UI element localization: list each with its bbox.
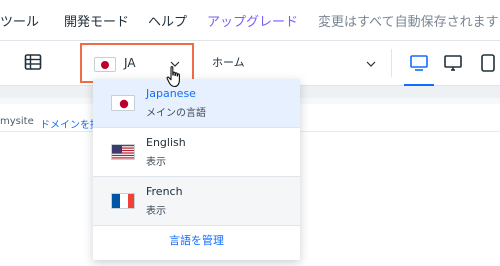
toolbar-divider — [391, 49, 392, 77]
japan-flag-icon — [94, 57, 116, 72]
manage-languages-link[interactable]: 言語を管理 — [93, 232, 300, 248]
usa-flag-icon — [111, 144, 135, 160]
language-code: JA — [124, 56, 136, 70]
hand-cursor-icon — [166, 66, 180, 88]
menu-tools[interactable]: ツール — [0, 11, 39, 30]
autosave-status: 変更はすべて自動保存されます — [318, 15, 499, 30]
mobile-view-icon[interactable] — [478, 53, 498, 73]
language-option-subtitle: メインの言語 — [146, 108, 206, 119]
page-selector[interactable]: ホーム — [212, 54, 245, 70]
language-option-name: French — [146, 185, 183, 198]
site-name: mysite — [0, 116, 34, 127]
france-flag-icon — [111, 193, 135, 209]
language-option-english[interactable]: English 表示 — [93, 128, 300, 176]
language-option-name: English — [146, 136, 186, 149]
japan-flag-icon — [111, 95, 135, 111]
language-option-japanese[interactable]: Japanese メインの言語 — [93, 79, 300, 127]
language-option-subtitle: 表示 — [146, 157, 166, 168]
top-menu-bar: ツール 開発モード ヘルプ アップグレード 変更はすべて自動保存されます — [0, 0, 500, 40]
language-option-subtitle: 表示 — [146, 206, 166, 217]
menu-dev-mode[interactable]: 開発モード — [64, 11, 129, 30]
connect-domain-link[interactable]: ドメインを接 — [40, 116, 100, 131]
menu-help[interactable]: ヘルプ — [148, 11, 187, 30]
option-divider — [93, 225, 300, 226]
language-dropdown: Japanese メインの言語 English 表示 French 表示 言語を… — [93, 79, 300, 260]
desktop-view-icon[interactable] — [409, 53, 429, 73]
language-option-french[interactable]: French 表示 — [93, 177, 300, 225]
table-icon[interactable] — [24, 53, 42, 71]
chevron-down-icon[interactable] — [366, 61, 376, 67]
tablet-view-icon[interactable] — [443, 53, 463, 73]
menu-upgrade[interactable]: アップグレード — [207, 11, 298, 30]
